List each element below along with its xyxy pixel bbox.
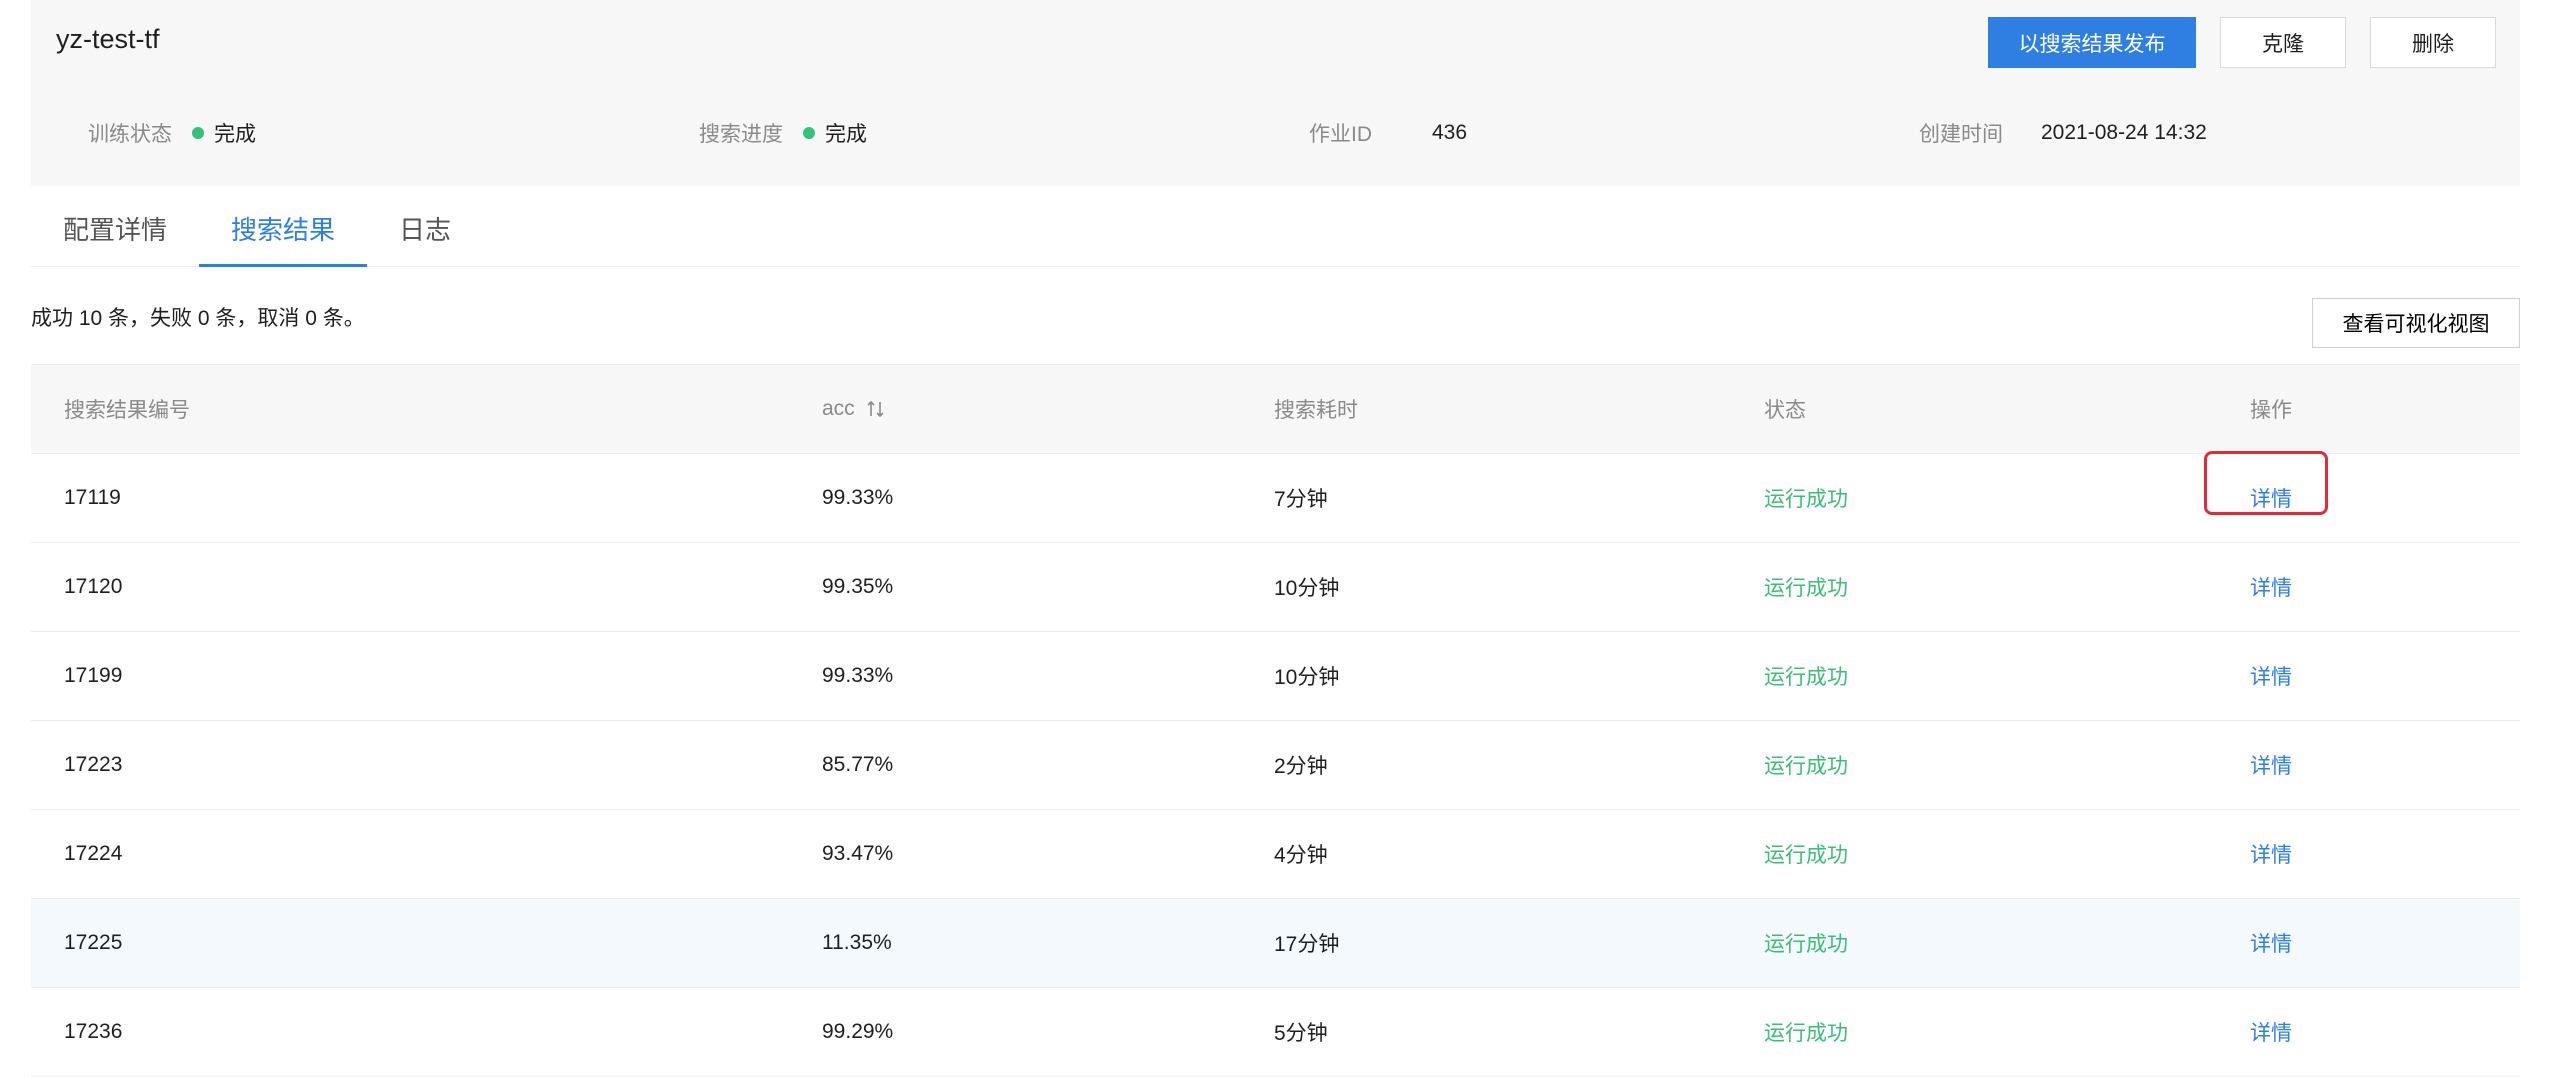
result-duration: 2分钟 xyxy=(1274,755,1328,778)
job-id: 作业ID 436 xyxy=(1309,118,1467,148)
search-progress-value: 完成 xyxy=(825,123,867,146)
details-link[interactable]: 详情 xyxy=(2250,928,2292,958)
column-header-acc-label: acc xyxy=(822,397,855,420)
table-row: 17224 93.47% 4分钟 运行成功 详情 xyxy=(31,810,2520,899)
result-duration: 10分钟 xyxy=(1274,666,1340,689)
details-link[interactable]: 详情 xyxy=(2250,1017,2292,1047)
column-header-duration: 搜索耗时 xyxy=(1274,399,1358,422)
details-link[interactable]: 详情 xyxy=(2204,451,2328,515)
status-dot-icon xyxy=(192,127,204,139)
result-id: 17120 xyxy=(64,575,123,598)
result-id: 17199 xyxy=(64,664,123,687)
job-meta: 训练状态 完成 搜索进度 完成 作业ID 436 创建时间 2021-08-24… xyxy=(56,118,2496,148)
train-status-value: 完成 xyxy=(214,123,256,146)
result-id: 17236 xyxy=(64,1020,123,1043)
job-id-label: 作业ID xyxy=(1309,123,1372,146)
table-header: 搜索结果编号 acc 搜索耗时 状态 操作 xyxy=(31,365,2520,454)
column-header-id: 搜索结果编号 xyxy=(64,399,190,422)
result-duration: 7分钟 xyxy=(1274,488,1328,511)
tab-config-details[interactable]: 配置详情 xyxy=(31,196,199,266)
header-actions: 以搜索结果发布 克隆 删除 xyxy=(1988,17,2496,68)
result-duration: 10分钟 xyxy=(1274,577,1340,600)
search-results-table: 搜索结果编号 acc 搜索耗时 状态 操作 17119 99.33% 7分钟 运… xyxy=(31,364,2520,1077)
table-row: 17120 99.35% 10分钟 运行成功 详情 xyxy=(31,543,2520,632)
result-acc: 99.33% xyxy=(822,486,894,509)
column-header-acc[interactable]: acc xyxy=(822,365,887,453)
details-link[interactable]: 详情 xyxy=(2250,839,2292,869)
table-row: 17199 99.33% 10分钟 运行成功 详情 xyxy=(31,632,2520,721)
result-id: 17223 xyxy=(64,753,123,776)
job-id-value: 436 xyxy=(1432,121,1468,144)
table-row: 17225 11.35% 17分钟 运行成功 详情 xyxy=(31,899,2520,988)
result-acc: 99.33% xyxy=(822,664,894,687)
status-dot-icon xyxy=(803,127,815,139)
result-duration: 17分钟 xyxy=(1274,933,1340,956)
train-status-label: 训练状态 xyxy=(88,123,172,146)
result-duration: 4分钟 xyxy=(1274,844,1328,867)
train-status: 训练状态 完成 xyxy=(88,118,256,148)
table-row: 17223 85.77% 2分钟 运行成功 详情 xyxy=(31,721,2520,810)
result-status: 运行成功 xyxy=(1764,844,1848,867)
created-at-label: 创建时间 xyxy=(1919,123,2003,146)
result-summary: 成功 10 条，失败 0 条，取消 0 条。 xyxy=(31,307,365,330)
result-status: 运行成功 xyxy=(1764,1022,1848,1045)
details-link[interactable]: 详情 xyxy=(2250,572,2292,602)
result-status: 运行成功 xyxy=(1764,577,1848,600)
details-link[interactable]: 详情 xyxy=(2250,661,2292,691)
result-acc: 85.77% xyxy=(822,753,894,776)
delete-button[interactable]: 删除 xyxy=(2370,17,2496,68)
result-status: 运行成功 xyxy=(1764,755,1848,778)
result-status: 运行成功 xyxy=(1764,666,1848,689)
tab-search-results[interactable]: 搜索结果 xyxy=(199,196,368,267)
result-acc: 99.29% xyxy=(822,1020,894,1043)
column-header-action: 操作 xyxy=(2250,399,2292,422)
result-status: 运行成功 xyxy=(1764,488,1848,511)
result-acc: 93.47% xyxy=(822,842,894,865)
result-id: 17224 xyxy=(64,842,123,865)
result-id: 17225 xyxy=(64,931,123,954)
sort-arrows-icon[interactable] xyxy=(865,398,887,420)
clone-button[interactable]: 克隆 xyxy=(2220,17,2346,68)
publish-button[interactable]: 以搜索结果发布 xyxy=(1988,17,2196,68)
result-acc: 11.35% xyxy=(822,931,892,954)
view-visualization-button[interactable]: 查看可视化视图 xyxy=(2312,298,2520,348)
search-progress-label: 搜索进度 xyxy=(699,123,783,146)
search-progress: 搜索进度 完成 xyxy=(699,118,867,148)
job-header: yz-test-tf 以搜索结果发布 克隆 删除 训练状态 完成 搜索进度 完成… xyxy=(31,0,2520,186)
created-at: 创建时间 2021-08-24 14:32 xyxy=(1919,118,2207,148)
result-acc: 99.35% xyxy=(822,575,894,598)
column-header-status: 状态 xyxy=(1764,399,1806,422)
job-name: yz-test-tf xyxy=(56,24,160,54)
tab-logs[interactable]: 日志 xyxy=(367,196,483,266)
tab-bar: 配置详情 搜索结果 日志 xyxy=(31,196,2520,267)
result-id: 17119 xyxy=(64,486,121,509)
details-link[interactable]: 详情 xyxy=(2250,750,2292,780)
result-duration: 5分钟 xyxy=(1274,1022,1328,1045)
created-at-value: 2021-08-24 14:32 xyxy=(2041,121,2207,144)
table-row: 17236 99.29% 5分钟 运行成功 详情 xyxy=(31,988,2520,1077)
table-row: 17119 99.33% 7分钟 运行成功 详情 xyxy=(31,451,2520,543)
result-status: 运行成功 xyxy=(1764,933,1848,956)
